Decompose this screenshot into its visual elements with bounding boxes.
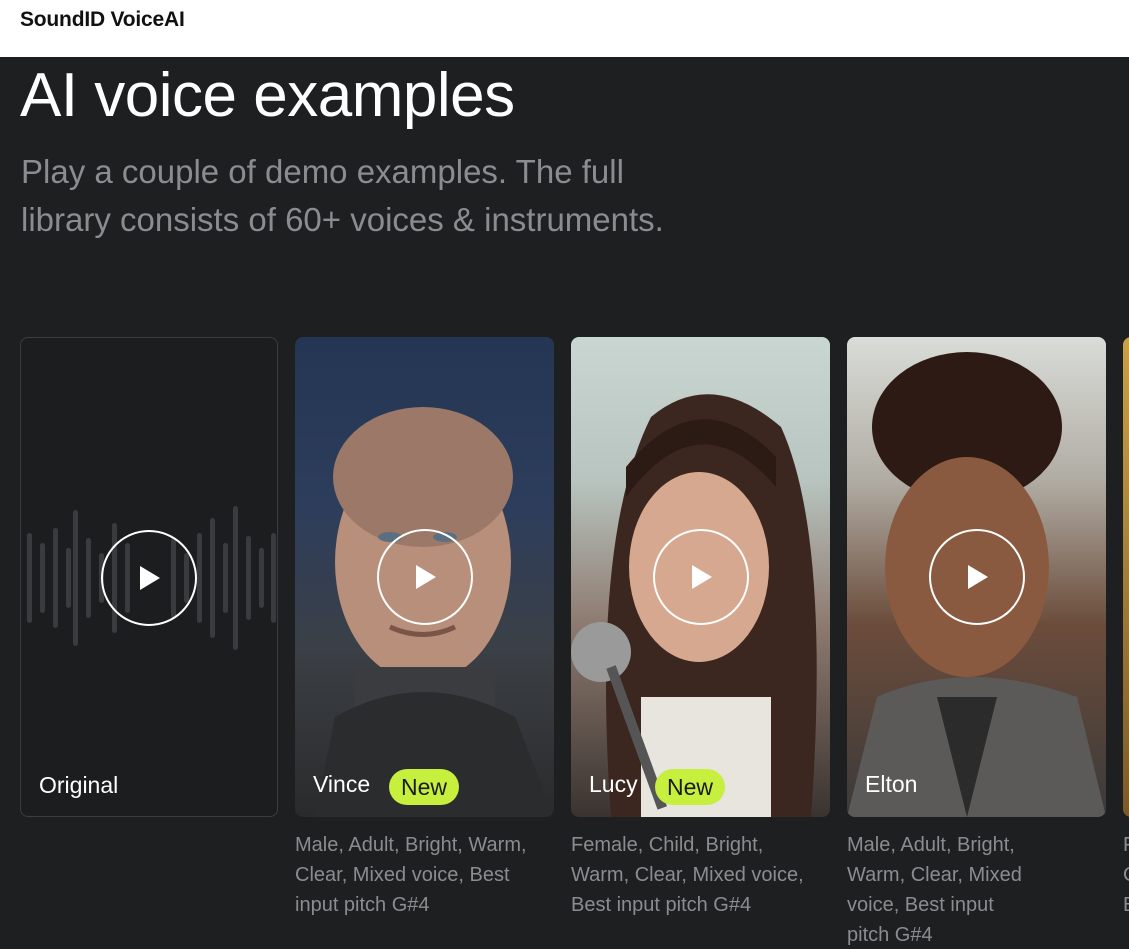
voice-card-lucy[interactable]: Lucy New [571,337,830,817]
voice-name: Lucy [589,771,638,797]
description-line: F [1123,830,1129,860]
brand-logo[interactable]: SoundID VoiceAI [20,8,185,32]
description-line: Clear, Mixed voice, Best [295,864,510,886]
description-line: C [1123,860,1129,890]
page-subtitle: Play a couple of demo examples. The full… [21,148,781,244]
voice-card-original[interactable]: Original [20,337,278,817]
voice-name: Elton [865,771,918,797]
subtitle-line: Play a couple of demo examples. The full [21,153,624,190]
description-line: Warm, Clear, Mixed voice, [571,864,804,886]
play-button[interactable] [928,529,1025,625]
description-line: B [1123,890,1129,920]
description-line: pitch G#4 [847,924,933,946]
description-line: Warm, Clear, Mixed [847,864,1022,886]
voice-description-lucy: Female, Child, Bright, Warm, Clear, Mixe… [571,830,833,920]
play-button[interactable] [376,529,473,625]
description-line: Best input pitch G#4 [571,894,752,916]
voice-card-elton[interactable]: Elton [847,337,1106,817]
play-icon [691,565,712,589]
description-line: voice, Best input [847,894,994,916]
description-line: Male, Adult, Bright, [847,834,1015,856]
play-icon [415,565,436,589]
voice-name: Vince [313,771,371,797]
page-title: AI voice examples [20,61,515,130]
play-button[interactable] [652,529,749,625]
voice-card-vince[interactable]: Vince New [295,337,554,817]
play-icon [967,565,988,589]
description-line: input pitch G#4 [295,894,430,916]
play-icon [140,566,160,590]
voice-description-elton: Male, Adult, Bright, Warm, Clear, Mixed … [847,830,1109,949]
play-button[interactable] [101,530,197,626]
new-badge: New [655,769,726,805]
voice-name: Original [39,772,119,798]
top-bar: SoundID VoiceAI [0,0,1129,57]
description-line: Male, Adult, Bright, Warm, [295,834,527,856]
new-badge: New [389,769,460,805]
subtitle-line: library consists of 60+ voices & instrum… [21,201,664,238]
description-line: Female, Child, Bright, [571,834,764,856]
voice-description-vince: Male, Adult, Bright, Warm, Clear, Mixed … [295,830,557,920]
voice-card-next[interactable] [1123,337,1129,817]
voice-description-next: F C B [1123,830,1129,920]
